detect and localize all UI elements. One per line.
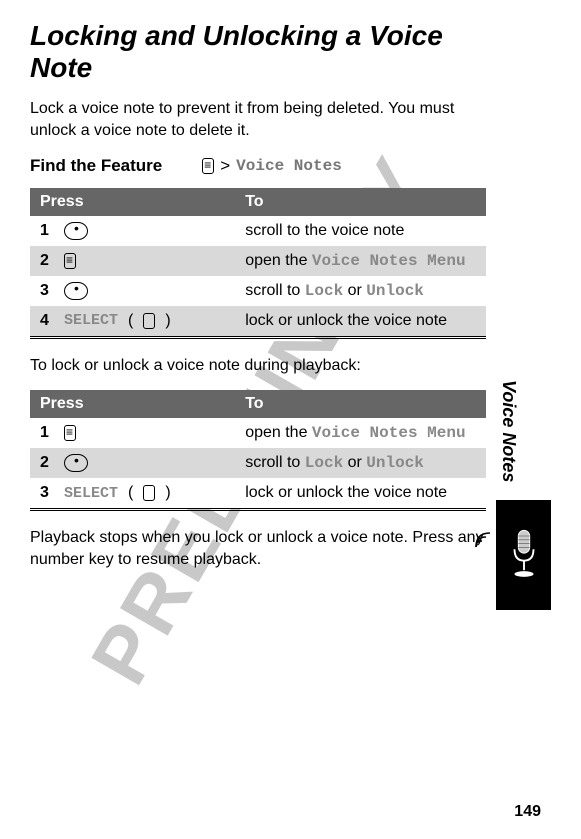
page-number: 149 — [514, 803, 541, 821]
side-tab-block — [496, 500, 551, 610]
side-tab-label: Voice Notes — [498, 380, 519, 482]
menu-icon — [64, 425, 76, 441]
to-text: lock or unlock the voice note — [245, 484, 447, 501]
to-text: or — [343, 282, 366, 299]
press-cell: 3 — [40, 282, 225, 300]
press-cell: 2 — [40, 454, 225, 472]
to-text: open the — [245, 424, 312, 441]
table-row: 2 open the Voice Notes Menu — [30, 246, 486, 276]
to-text: open the — [245, 252, 312, 269]
to-text: scroll to — [245, 454, 305, 471]
table-row: 1 scroll to the voice note — [30, 216, 486, 246]
feature-label: Find the Feature — [30, 156, 162, 176]
to-mono: Lock — [305, 282, 343, 300]
press-cell: 1 — [40, 222, 225, 240]
to-text: or — [343, 454, 366, 471]
to-cell: open the Voice Notes Menu — [235, 246, 486, 276]
to-cell: open the Voice Notes Menu — [235, 418, 486, 448]
press-cell: 2 — [40, 252, 225, 270]
step-number: 4 — [40, 312, 54, 330]
table-row: 2 scroll to Lock or Unlock — [30, 448, 486, 478]
after-tables-text: Playback stops when you lock or unlock a… — [30, 527, 486, 570]
step-number: 3 — [40, 282, 54, 300]
steps-table-2: Press To 1 open the Voice Notes Menu 2 scro… — [30, 390, 486, 511]
to-text: scroll to — [245, 282, 305, 299]
press-cell: 4SELECT () — [40, 312, 225, 330]
nav-icon — [64, 282, 88, 300]
softkey-icon — [143, 485, 155, 501]
col-press: Press — [30, 390, 235, 418]
table-row: 3SELECT ()lock or unlock the voice note — [30, 478, 486, 510]
menu-icon — [202, 158, 214, 174]
select-label: SELECT — [64, 312, 118, 329]
to-cell: lock or unlock the voice note — [235, 306, 486, 338]
press-cell: 1 — [40, 424, 225, 442]
select-label: SELECT — [64, 485, 118, 502]
microphone-icon — [505, 525, 543, 585]
steps-table-1: Press To 1 scroll to the voice note 2 open … — [30, 188, 486, 339]
softkey-icon — [143, 313, 155, 329]
to-mono: Voice Notes Menu — [312, 424, 466, 442]
table-row: 3 scroll to Lock or Unlock — [30, 276, 486, 306]
col-press: Press — [30, 188, 235, 216]
step-number: 1 — [40, 222, 54, 240]
find-the-feature-row: Find the Feature > Voice Notes — [30, 156, 486, 176]
signal-icon — [473, 530, 493, 555]
step-number: 1 — [40, 424, 54, 442]
page-content: Locking and Unlocking a Voice Note Lock … — [0, 0, 581, 604]
col-to: To — [235, 188, 486, 216]
feature-path: > Voice Notes — [202, 156, 342, 176]
step-number: 2 — [40, 454, 54, 472]
gt-symbol: > — [220, 156, 230, 176]
feature-menu-name: Voice Notes — [236, 157, 342, 175]
to-text: scroll to the voice note — [245, 222, 404, 239]
to-mono: Unlock — [366, 454, 424, 472]
to-cell: scroll to the voice note — [235, 216, 486, 246]
to-cell: scroll to Lock or Unlock — [235, 276, 486, 306]
step-number: 2 — [40, 252, 54, 270]
table-row: 4SELECT ()lock or unlock the voice note — [30, 306, 486, 338]
intro-paragraph: Lock a voice note to prevent it from bei… — [30, 98, 486, 141]
step-number: 3 — [40, 484, 54, 502]
to-cell: scroll to Lock or Unlock — [235, 448, 486, 478]
to-cell: lock or unlock the voice note — [235, 478, 486, 510]
to-mono: Voice Notes Menu — [312, 252, 466, 270]
to-mono: Lock — [305, 454, 343, 472]
page-title: Locking and Unlocking a Voice Note — [30, 20, 486, 84]
nav-icon — [64, 222, 88, 240]
menu-icon — [64, 253, 76, 269]
press-cell: 3SELECT () — [40, 484, 225, 502]
table-row: 1 open the Voice Notes Menu — [30, 418, 486, 448]
to-text: lock or unlock the voice note — [245, 312, 447, 329]
col-to: To — [235, 390, 486, 418]
nav-icon — [64, 454, 88, 472]
to-mono: Unlock — [366, 282, 424, 300]
between-tables-text: To lock or unlock a voice note during pl… — [30, 355, 486, 377]
